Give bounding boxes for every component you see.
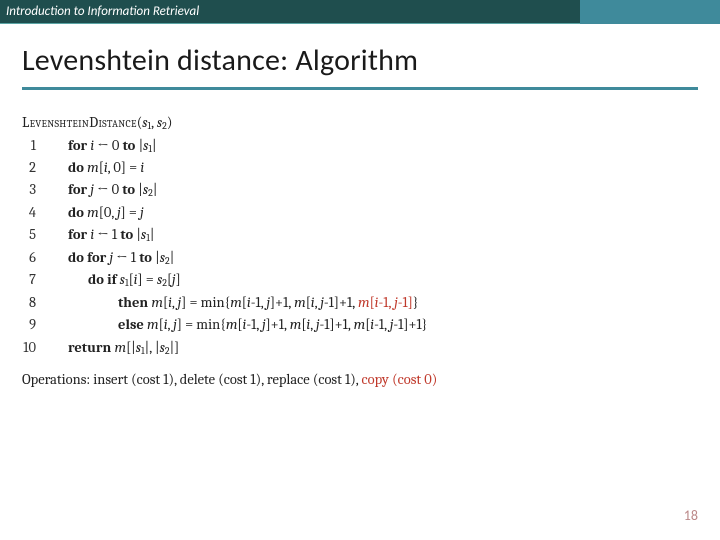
line-code: else m[i, j] = min{m[i-1, j]+1, m[i, j-1… [48,314,427,336]
header-bar: Introduction to Information Retrieval [0,0,720,24]
algorithm-line: 3for j ← 0 to |s2| [22,179,698,202]
algorithm-line: 7do if s1[i] = s2[j] [22,269,698,292]
line-number: 2 [22,157,48,179]
line-code: for i ← 0 to |s1| [48,135,157,158]
line-code: do m[i, 0] = i [48,157,144,179]
algorithm-line: 1for i ← 0 to |s1| [22,135,698,158]
line-number: 8 [22,292,48,314]
page-number: 18 [684,507,698,524]
algorithm-signature: LevenshteinDistance(s1, s2) [22,112,698,135]
function-name: LevenshteinDistance [22,114,137,131]
line-code: for j ← 0 to |s2| [48,179,157,202]
operations-note: Operations: insert (cost 1), delete (cos… [0,359,720,391]
line-number: 10 [22,337,48,360]
line-code: for i ← 1 to |s1| [48,224,154,247]
algorithm-line: 6do for j ← 1 to |s2| [22,247,698,270]
line-code: do if s1[i] = s2[j] [48,269,181,292]
header-accent [580,0,720,24]
course-title: Introduction to Information Retrieval [0,4,199,19]
line-number: 5 [22,224,48,247]
algorithm-line: 8then m[i, j] = min{m[i-1, j]+1, m[i, j-… [22,292,698,314]
line-number: 3 [22,179,48,202]
line-number: 4 [22,202,48,224]
line-number: 1 [22,135,48,158]
algorithm-line: 5for i ← 1 to |s1| [22,224,698,247]
line-code: do m[0, j] = j [48,202,144,224]
algorithm-line: 4do m[0, j] = j [22,202,698,224]
algorithm-line: 2do m[i, 0] = i [22,157,698,179]
algorithm-line: 9else m[i, j] = min{m[i-1, j]+1, m[i, j-… [22,314,698,336]
slide-title: Levenshtein distance: Algorithm [0,24,720,87]
line-code: then m[i, j] = min{m[i-1, j]+1, m[i, j-1… [48,292,419,314]
line-code: return m[|s1|, |s2|] [48,337,179,360]
function-args: (s1, s2) [137,114,173,131]
line-number: 6 [22,247,48,270]
line-code: do for j ← 1 to |s2| [48,247,174,270]
algorithm-lines: 1for i ← 0 to |s1|2do m[i, 0] = i3for j … [22,135,698,360]
line-number: 9 [22,314,48,336]
algorithm-line: 10return m[|s1|, |s2|] [22,337,698,360]
line-number: 7 [22,269,48,292]
algorithm-block: LevenshteinDistance(s1, s2) 1for i ← 0 t… [0,90,720,359]
